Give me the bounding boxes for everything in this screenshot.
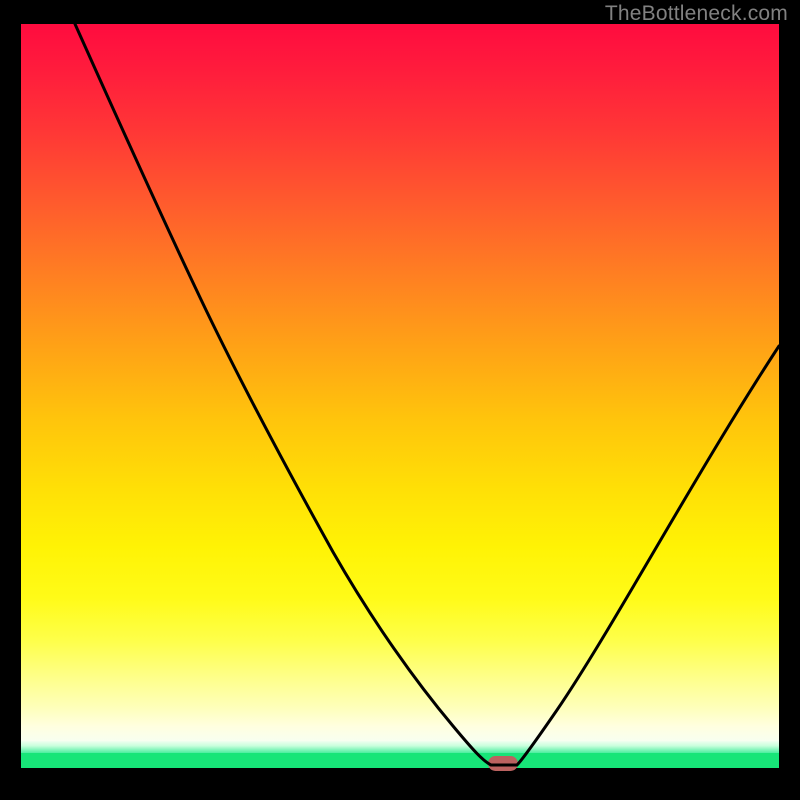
heat-gradient-background	[21, 24, 779, 741]
optimal-point-marker	[488, 756, 518, 771]
green-baseline-strip	[21, 753, 779, 768]
chart-frame	[21, 24, 779, 780]
x-axis-bar	[21, 768, 779, 780]
pale-transition-band	[21, 741, 779, 753]
plot-area	[21, 24, 779, 780]
watermark-text: TheBottleneck.com	[605, 2, 788, 26]
